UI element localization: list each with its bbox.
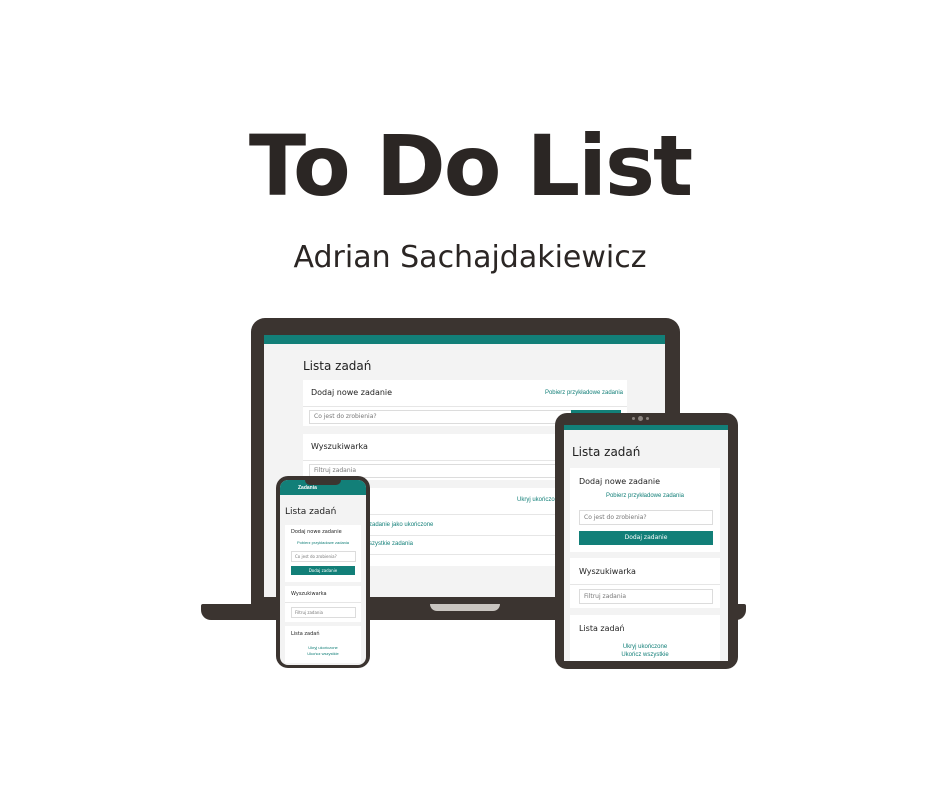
laptop-task-item[interactable]: szystkie zadania	[369, 541, 413, 547]
tablet-search-heading: Wyszukiwarka	[579, 567, 636, 576]
tablet-sample-link[interactable]: Pobierz przykładowe zadania	[570, 493, 720, 499]
laptop-task-input[interactable]: Co jest do zrobienia?	[309, 410, 573, 424]
laptop-notch	[430, 604, 500, 611]
phone-filter-input[interactable]: Filtruj zadania	[291, 607, 356, 618]
phone-add-card: Dodaj nowe zadanie Pobierz przykładowe z…	[285, 525, 361, 582]
phone-list-heading: Lista zadań	[291, 631, 320, 637]
phone-add-heading: Dodaj nowe zadanie	[291, 529, 342, 535]
tablet-search-card: Wyszukiwarka Filtruj zadania	[570, 558, 720, 608]
phone-hide-completed-link[interactable]: Ukryj ukończone	[285, 645, 361, 650]
tablet-sensor	[632, 417, 635, 420]
phone-sample-link[interactable]: Pobierz przykładowe zadania	[285, 540, 361, 545]
tablet-list-heading: Lista zadań	[579, 624, 625, 633]
phone-page-title: Lista zadań	[285, 507, 337, 517]
tablet-add-card: Dodaj nowe zadanie Pobierz przykładowe z…	[570, 468, 720, 552]
phone-list-card: Lista zadań Ukryj ukończone Ukończ wszys…	[285, 626, 361, 663]
tablet-camera	[638, 416, 643, 421]
tablet-filter-input[interactable]: Filtruj zadania	[579, 589, 713, 604]
tablet-add-button[interactable]: Dodaj zadanie	[579, 531, 713, 545]
tablet-hide-completed-link[interactable]: Ukryj ukończone	[570, 644, 720, 650]
phone-complete-all-link[interactable]: Ukończ wszystkie	[285, 651, 361, 656]
phone-notch	[305, 480, 341, 485]
laptop-search-heading: Wyszukiwarka	[311, 442, 368, 451]
tablet-page-title: Lista zadań	[572, 445, 641, 459]
author-name: Adrian Sachajdakiewicz	[293, 240, 647, 275]
laptop-app-bar	[264, 335, 665, 344]
phone-search-heading: Wyszukiwarka	[291, 591, 327, 597]
laptop-sample-link[interactable]: Pobierz przykładowe zadania	[545, 390, 623, 396]
laptop-page-title: Lista zadań	[303, 359, 372, 373]
phone-nav-title[interactable]: Zadania	[298, 485, 317, 491]
laptop-task-item[interactable]: zadanie jako ukończone	[369, 522, 433, 528]
divider	[303, 406, 627, 407]
tablet-screen: Lista zadań Dodaj nowe zadanie Pobierz p…	[564, 425, 728, 661]
tablet-list-card: Lista zadań Ukryj ukończone Ukończ wszys…	[570, 615, 720, 661]
divider	[285, 602, 361, 603]
tablet-complete-all-link[interactable]: Ukończ wszystkie	[570, 652, 720, 658]
tablet-app-bar	[564, 425, 728, 430]
divider	[570, 584, 720, 585]
phone-task-input[interactable]: Co jest do zrobienia?	[291, 551, 356, 562]
phone-screen: Zadania Lista zadań Dodaj nowe zadanie P…	[280, 480, 366, 665]
phone-add-button[interactable]: Dodaj zadanie	[291, 566, 355, 575]
laptop-add-heading: Dodaj nowe zadanie	[311, 388, 393, 397]
tablet-task-input[interactable]: Co jest do zrobienia?	[579, 510, 713, 525]
phone-search-card: Wyszukiwarka Filtruj zadania	[285, 586, 361, 622]
tablet-sensor	[646, 417, 649, 420]
tablet-add-heading: Dodaj nowe zadanie	[579, 477, 661, 486]
page-title: To Do List	[248, 117, 693, 215]
